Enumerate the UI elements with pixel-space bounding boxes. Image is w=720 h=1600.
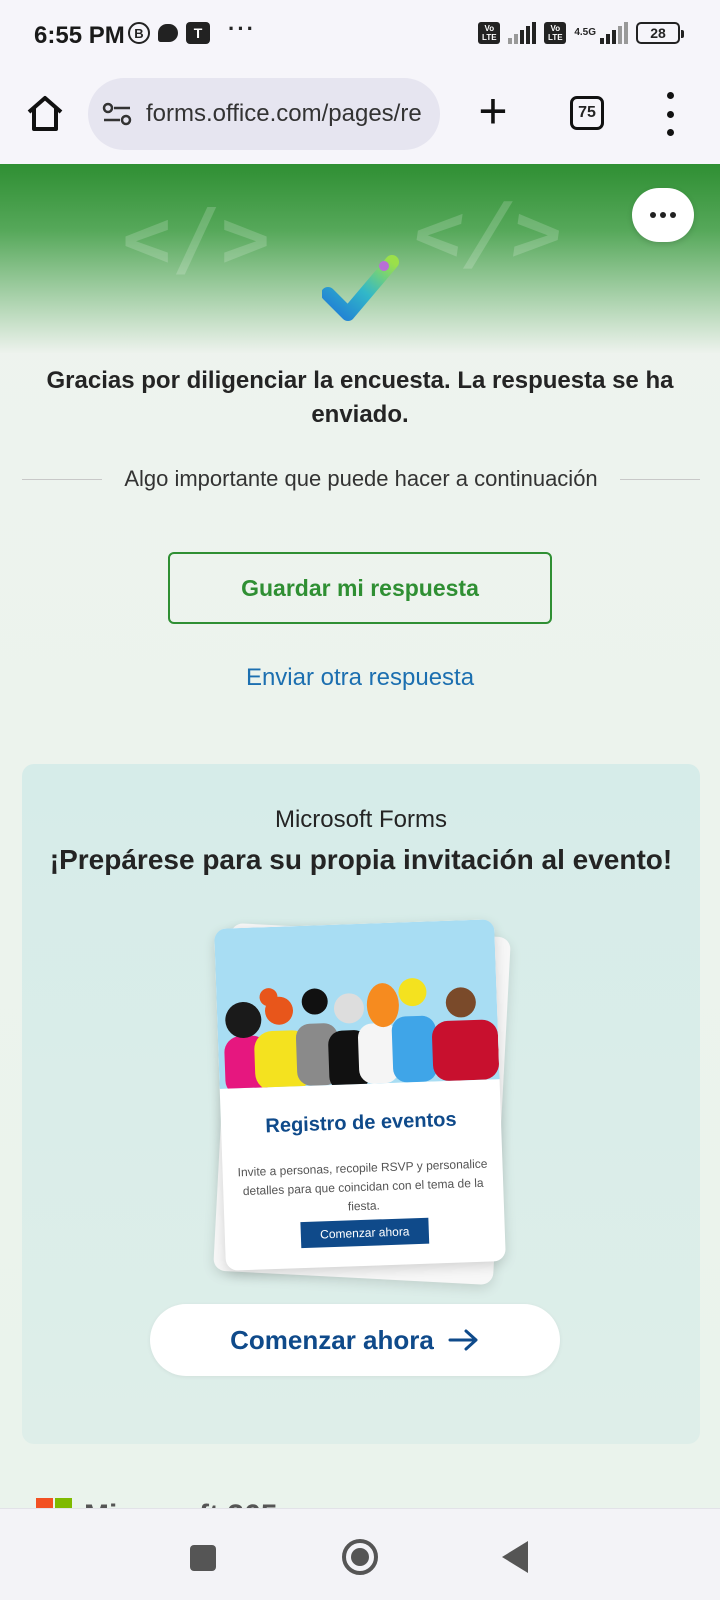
page-content: </> </> Gracias por diligenciar la encue… [0,164,720,1508]
site-settings-icon[interactable] [102,102,132,126]
microsoft-365-label: Microsoft 365 [84,1499,277,1508]
microsoft-365-footer: Microsoft 365 [36,1498,277,1508]
home-nav-icon[interactable] [342,1539,378,1575]
more-options-button[interactable] [632,188,694,242]
chat-icon [158,24,178,42]
battery-icon: 28 [636,22,684,44]
microsoft-logo-icon [36,1498,72,1508]
save-response-button[interactable]: Guardar mi respuesta [168,552,552,624]
start-now-label: Comenzar ahora [230,1324,434,1355]
signal-icon [600,22,628,44]
promo-card: Microsoft Forms ¡Prepárese para su propi… [22,764,700,1444]
divider-line [22,478,103,480]
new-tab-button[interactable]: + [470,86,516,136]
status-bar: 6:55 PM B T ··· Vo LTE Vo LTE 4.5G 28 [0,0,720,70]
code-decoration: </> [122,192,271,287]
next-step-divider: Algo importante que puede hacer a contin… [22,466,700,492]
event-template-card: Registro de eventos Invite a personas, r… [214,919,506,1271]
browser-toolbar: forms.office.com/pages/re + 75 [0,70,720,164]
b-badge-icon: B [128,22,150,44]
card-title: Registro de eventos [265,1108,457,1138]
card-start-button: Comenzar ahora [300,1217,430,1249]
recent-apps-icon[interactable] [190,1545,216,1571]
system-status: Vo LTE Vo LTE 4.5G 28 [478,22,684,44]
address-bar[interactable]: forms.office.com/pages/re [88,78,440,150]
back-icon[interactable] [502,1541,528,1573]
promo-title: ¡Prepárese para su propia invitación al … [49,844,673,875]
next-step-label: Algo importante que puede hacer a contin… [124,466,598,491]
tab-switcher-button[interactable]: 75 [570,96,604,130]
status-time: 6:55 PM [34,22,125,49]
checkmark-icon [322,255,399,321]
url-text[interactable]: forms.office.com/pages/re [146,100,422,128]
confirmation-message: Gracias por diligenciar la encuesta. La … [46,367,674,428]
teams-icon: T [186,22,210,44]
promo-brand: Microsoft Forms [274,806,447,833]
more-notifications-icon: ··· [228,16,256,41]
signal-icon [508,22,537,44]
notification-icons: B T ··· [128,16,256,44]
start-now-button[interactable]: Comenzar ahora [150,1304,560,1376]
send-another-response-link[interactable]: Enviar otra respuesta [0,664,720,692]
code-decoration: </> [407,186,569,281]
system-nav-bar [0,1508,720,1600]
browser-menu-icon[interactable] [660,92,680,136]
network-type: 4.5G [574,27,596,38]
volte-icon: Vo LTE [544,22,567,44]
home-icon[interactable] [24,92,66,134]
divider-line [619,478,700,480]
volte-icon: Vo LTE [478,22,501,44]
people-illustration [214,919,500,1089]
card-description: Invite a personas, recopile RSVP y perso… [237,1156,488,1214]
arrow-right-icon [448,1329,478,1351]
hero-banner: </> </> [0,164,720,354]
